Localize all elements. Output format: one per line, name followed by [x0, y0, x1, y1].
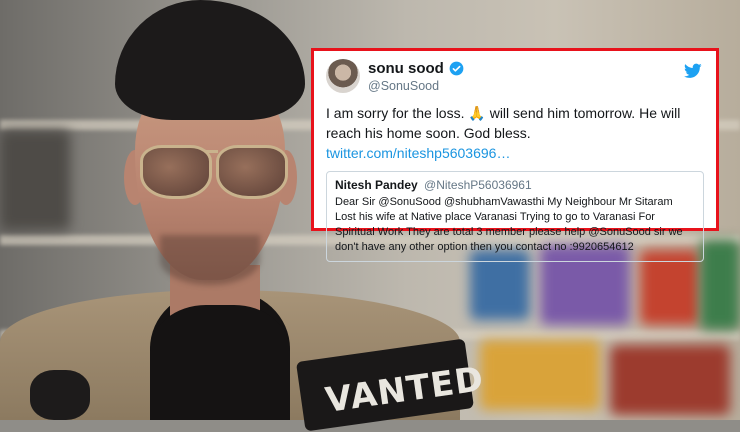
tweet-text-part: I am sorry for the loss.: [326, 105, 469, 121]
folded-hands-emoji: 🙏: [468, 105, 486, 121]
right-lens: [216, 145, 288, 199]
quoted-author-name[interactable]: Nitesh Pandey: [335, 178, 418, 192]
jacket-print: [30, 370, 90, 420]
hair: [115, 0, 305, 120]
embedded-tweet[interactable]: sonu sood @SonuSood I am sorry for the l…: [311, 48, 719, 262]
glasses-bridge: [206, 150, 218, 153]
beard: [160, 235, 260, 285]
twitter-bird-icon[interactable]: [684, 63, 702, 79]
tweet-link[interactable]: twitter.com/niteshp5603696…: [326, 145, 510, 161]
verified-badge-icon: [449, 61, 464, 76]
avatar[interactable]: [326, 59, 360, 93]
tweet-header: sonu sood @SonuSood: [326, 59, 704, 101]
author-handle[interactable]: @SonuSood: [368, 79, 439, 93]
author-name[interactable]: sonu sood: [368, 60, 444, 77]
shirt: [150, 305, 290, 420]
left-lens: [140, 145, 212, 199]
quoted-tweet-text: Dear Sir @SonuSood @shubhamVawasthi My N…: [335, 196, 683, 253]
quoted-author-handle[interactable]: @NiteshP56036961: [424, 178, 532, 192]
quoted-tweet-header: Nitesh Pandey @NiteshP56036961: [335, 178, 695, 193]
tweet-text: I am sorry for the loss. 🙏 will send him…: [326, 103, 704, 163]
quoted-tweet[interactable]: Nitesh Pandey @NiteshP56036961 Dear Sir …: [326, 171, 704, 262]
author-name-row: sonu sood: [368, 60, 464, 77]
